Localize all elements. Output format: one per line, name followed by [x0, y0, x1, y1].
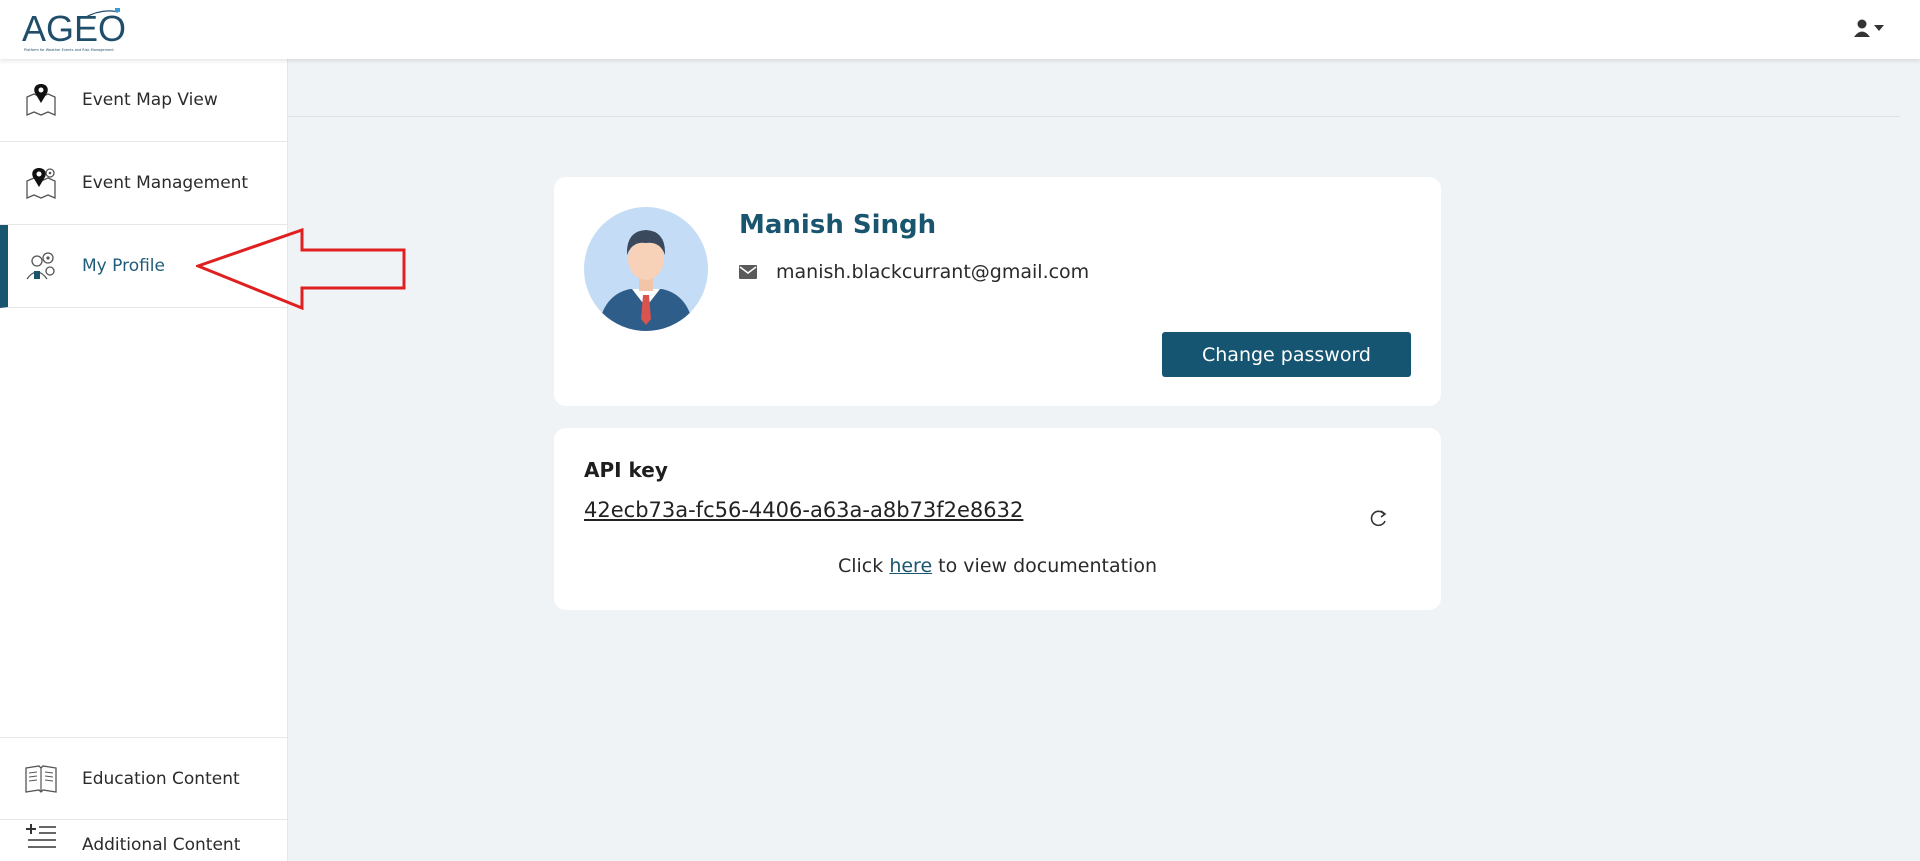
sidebar-item-label: Event Management	[82, 173, 249, 193]
sidebar-item-label: My Profile	[82, 256, 165, 276]
map-gear-icon	[26, 168, 56, 199]
profile-gear-icon	[26, 252, 55, 280]
add-list-icon	[26, 824, 56, 848]
app-header: AGEO Platform for Weather Events and Ris…	[0, 0, 1920, 59]
profile-name: Manish Singh	[739, 210, 937, 240]
mail-icon	[739, 265, 757, 279]
avatar	[584, 207, 708, 331]
user-dropdown-icon	[1854, 19, 1884, 37]
profile-card: Manish Singh manish.blackcurrant@gmail.c…	[554, 177, 1441, 406]
sidebar-item-label: Additional Content	[82, 835, 241, 855]
doc-suffix: to view documentation	[932, 555, 1157, 577]
content-divider	[288, 116, 1900, 117]
sidebar-item-event-map-view[interactable]: Event Map View	[0, 59, 288, 142]
sidebar-item-label: Event Map View	[82, 90, 218, 110]
sidebar-item-event-management[interactable]: Event Management	[0, 142, 288, 225]
logo-subtitle: Platform for Weather Events and Risk Man…	[24, 48, 114, 52]
api-key-title: API key	[584, 458, 668, 482]
ageo-logo[interactable]: AGEO Platform for Weather Events and Ris…	[22, 6, 132, 54]
map-pin-icon	[26, 84, 56, 116]
profile-email: manish.blackcurrant@gmail.com	[776, 261, 1090, 283]
documentation-line: Click here to view documentation	[554, 555, 1441, 577]
documentation-link[interactable]: here	[889, 555, 932, 577]
refresh-icon[interactable]	[1367, 508, 1389, 530]
sidebar: Event Map View Event Management My Profi…	[0, 59, 288, 861]
sidebar-item-additional-content[interactable]: Additional Content	[0, 820, 288, 861]
change-password-button[interactable]: Change password	[1162, 332, 1411, 377]
annotation-arrow	[196, 228, 406, 310]
user-menu-button[interactable]	[1850, 17, 1890, 41]
doc-prefix: Click	[837, 555, 890, 577]
api-key-card: API key 42ecb73a-fc56-4406-a63a-a8b73f2e…	[554, 428, 1441, 610]
api-key-value[interactable]: 42ecb73a-fc56-4406-a63a-a8b73f2e8632	[584, 498, 1023, 522]
sidebar-item-education-content[interactable]: Education Content	[0, 737, 288, 820]
book-icon	[25, 764, 57, 793]
sidebar-item-label: Education Content	[82, 768, 240, 789]
globe-satellite-icon	[83, 8, 120, 19]
